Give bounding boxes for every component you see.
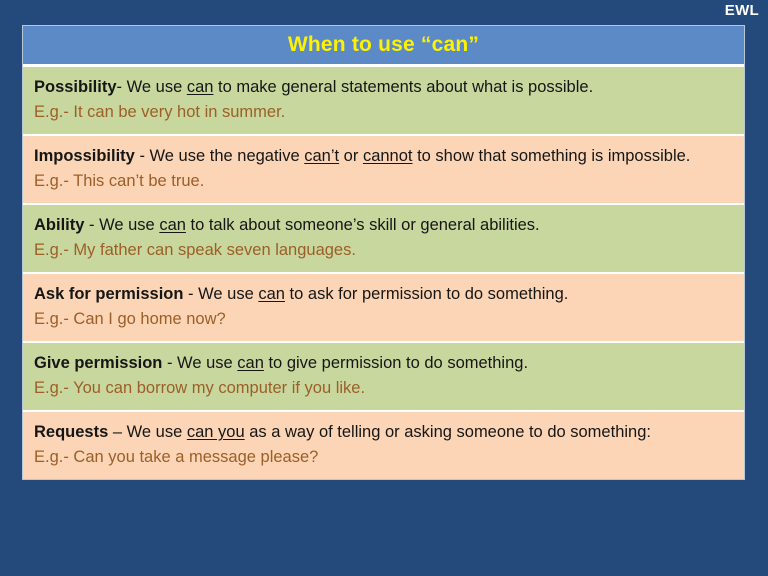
underlined-keyword: can — [237, 354, 264, 372]
table-row: Requests – We use can you as a way of te… — [23, 412, 744, 479]
row-heading: Impossibility — [34, 147, 135, 165]
lesson-table: When to use “can” Possibility- We use ca… — [22, 25, 745, 480]
row-example-text: E.g.- This can’t be true. — [34, 172, 205, 190]
table-row: Ask for permission - We use can to ask f… — [23, 274, 744, 343]
underlined-keyword-secondary: cannot — [362, 147, 413, 165]
underlined-keyword: can — [186, 78, 214, 96]
underlined-keyword: can you — [186, 423, 245, 441]
row-example-text: E.g.- It can be very hot in summer. — [34, 103, 286, 121]
row-definition-text: Requests – We use can you as a way of te… — [34, 423, 651, 441]
underlined-keyword: can — [159, 216, 186, 234]
corner-watermark-label: EWL — [724, 2, 759, 19]
table-row: Give permission - We use can to give per… — [23, 343, 744, 412]
row-definition-text: Ask for permission - We use can to ask f… — [34, 285, 569, 303]
row-example-text: E.g.- Can I go home now? — [34, 310, 226, 328]
row-example-text: E.g.- You can borrow my computer if you … — [34, 379, 366, 397]
row-heading: Requests — [34, 423, 109, 441]
page-title: When to use “can” — [287, 33, 480, 56]
row-heading: Ability — [34, 216, 85, 234]
row-example-text: E.g.- Can you take a message please? — [34, 448, 319, 466]
row-example-text: E.g.- My father can speak seven language… — [34, 241, 356, 259]
row-definition-text: Give permission - We use can to give per… — [34, 354, 529, 372]
row-definition-text: Ability - We use can to talk about someo… — [34, 216, 540, 234]
table-row: Ability - We use can to talk about someo… — [23, 205, 744, 274]
table-row: Possibility- We use can to make general … — [23, 67, 744, 136]
table-body: Possibility- We use can to make general … — [23, 67, 744, 479]
slide-canvas: EWL When to use “can” Possibility- We us… — [0, 0, 768, 576]
row-definition-text: Possibility- We use can to make general … — [34, 78, 594, 96]
underlined-keyword: can — [258, 285, 285, 303]
row-heading: Ask for permission — [34, 285, 184, 303]
row-heading: Give permission — [34, 354, 163, 372]
table-title-bar: When to use “can” — [23, 26, 744, 67]
row-definition-text: Impossibility - We use the negative can’… — [34, 147, 691, 165]
underlined-keyword: can’t — [304, 147, 340, 165]
table-row: Impossibility - We use the negative can’… — [23, 136, 744, 205]
row-heading: Possibility — [34, 78, 117, 96]
